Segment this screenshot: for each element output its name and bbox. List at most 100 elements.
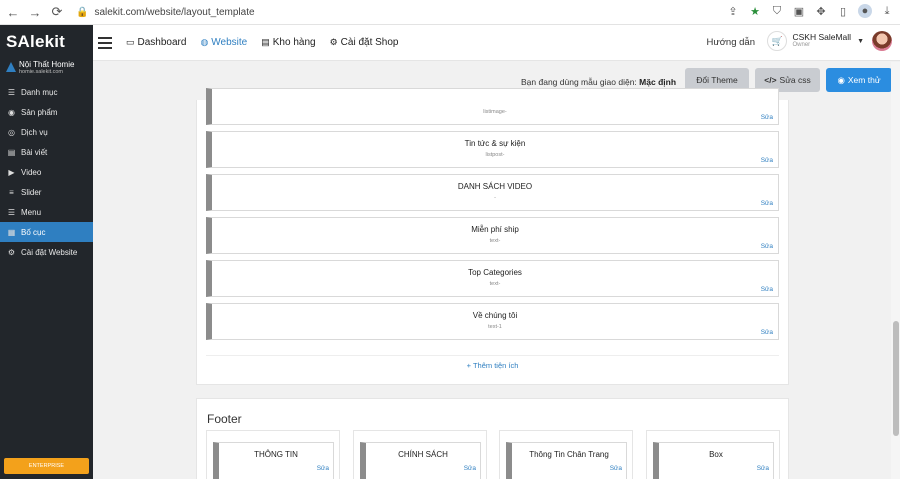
- sidebar-item-bo-cuc[interactable]: ▦ Bố cục: [0, 222, 93, 242]
- sidebar: SAlekit Nội Thất Homie homie.salekit.com…: [0, 25, 93, 479]
- sidebar-item-slider[interactable]: ≡ Slider: [0, 182, 93, 202]
- share-icon[interactable]: ⇪: [726, 4, 740, 18]
- edit-block-link[interactable]: Sửa: [761, 200, 773, 207]
- sidebar-item-cai-dat-website[interactable]: ⚙ Cài đặt Website: [0, 242, 93, 262]
- tab-cai-dat-shop[interactable]: ⚙ Cài đặt Shop: [330, 37, 399, 48]
- edit-block-link[interactable]: Sửa: [610, 465, 622, 472]
- sidebar-item-label: Dịch vụ: [21, 127, 48, 137]
- shop-logo-icon: [6, 62, 16, 72]
- download-icon[interactable]: ⤓: [880, 4, 894, 18]
- edit-block-link[interactable]: Sửa: [464, 465, 476, 472]
- layout-block[interactable]: Top Categories text- Sửa: [206, 260, 779, 297]
- guide-link[interactable]: Hướng dẫn: [706, 37, 755, 48]
- list-icon: ☰: [7, 87, 16, 97]
- salekit-logo[interactable]: SAlekit: [0, 25, 93, 58]
- block-subtitle: text-: [489, 281, 501, 287]
- scrollbar-thumb[interactable]: [893, 321, 899, 436]
- layout-panel: listimage- Sửa Tin tức & sự kiện listpos…: [196, 88, 789, 385]
- gear-icon: ⚙: [329, 37, 338, 47]
- edit-block-link[interactable]: Sửa: [761, 157, 773, 164]
- user-role: Owner: [792, 42, 811, 49]
- database-icon: ▤: [261, 37, 270, 47]
- sidebar-item-danh-muc[interactable]: ☰ Danh mục: [0, 82, 93, 102]
- back-arrow-icon[interactable]: ←: [4, 3, 22, 21]
- globe-icon: ◍: [200, 37, 209, 47]
- footer-block[interactable]: Box Sửa: [653, 442, 774, 479]
- footer-title: Footer: [207, 412, 242, 426]
- reload-icon[interactable]: ⟳: [48, 3, 66, 21]
- edit-block-link[interactable]: Sửa: [317, 465, 329, 472]
- download-extension-icon[interactable]: ▣: [792, 4, 806, 18]
- sidebar-item-label: Cài đặt Website: [21, 247, 78, 257]
- edit-block-link[interactable]: Sửa: [761, 243, 773, 250]
- layout-block[interactable]: Về chúng tôi text-1 Sửa: [206, 303, 779, 340]
- shop-name: Nội Thất Homie: [19, 60, 75, 69]
- sidebar-panel-icon[interactable]: ▯: [836, 4, 850, 18]
- block-title: Top Categories: [468, 268, 522, 277]
- shop-domain: homie.salekit.com: [19, 69, 64, 75]
- tab-website[interactable]: ◍ Website: [200, 37, 247, 48]
- avatar[interactable]: [872, 31, 892, 51]
- forward-arrow-icon[interactable]: →: [26, 3, 44, 21]
- sidebar-item-label: Video: [21, 167, 42, 177]
- puzzle-extension-icon[interactable]: ✥: [814, 4, 828, 18]
- tab-label: Kho hàng: [272, 37, 316, 48]
- footer-column: CHÍNH SÁCH Sửa: [353, 430, 487, 479]
- eye-icon: ◉: [837, 74, 845, 85]
- footer-block[interactable]: THÔNG TIN Sửa: [213, 442, 334, 479]
- footer-block[interactable]: Thông Tin Chân Trang Sửa: [506, 442, 627, 479]
- settings-icon: ⚙: [7, 247, 16, 257]
- edit-block-link[interactable]: Sửa: [757, 465, 769, 472]
- sidebar-item-bai-viet[interactable]: ▤ Bài viết: [0, 142, 93, 162]
- browser-toolbar: ← → ⟳ 🔒 salekit.com/website/layout_templ…: [0, 0, 900, 25]
- footer-column: THÔNG TIN Sửa: [206, 430, 340, 479]
- page-scrollbar[interactable]: [891, 62, 900, 479]
- sidebar-item-menu[interactable]: ☰ Menu: [0, 202, 93, 222]
- block-title: THÔNG TIN: [254, 450, 298, 459]
- tab-label: Dashboard: [137, 37, 187, 48]
- bookmark-star-icon[interactable]: ★: [748, 4, 762, 18]
- sidebar-item-label: Menu: [21, 207, 42, 217]
- layout-block[interactable]: DANH SÁCH VIDEO - Sửa: [206, 174, 779, 211]
- edit-block-link[interactable]: Sửa: [761, 329, 773, 336]
- store-cart-icon: 🛒: [767, 31, 788, 51]
- sidebar-item-dich-vu[interactable]: ◎ Dịch vụ: [0, 122, 93, 142]
- footer-block[interactable]: CHÍNH SÁCH Sửa: [360, 442, 481, 479]
- tab-label: Cài đặt Shop: [340, 37, 399, 48]
- layout-block[interactable]: Tin tức & sự kiện listpost- Sửa: [206, 131, 779, 168]
- shield-extension-icon[interactable]: ⛉: [770, 4, 784, 18]
- layout-block[interactable]: listimage- Sửa: [206, 88, 779, 125]
- menu-icon: ☰: [7, 207, 16, 217]
- edit-block-link[interactable]: Sửa: [761, 286, 773, 293]
- add-widget-button[interactable]: + Thêm tiện ích: [206, 355, 779, 375]
- tab-dashboard[interactable]: ▭ Dashboard: [126, 37, 186, 48]
- tab-kho-hang[interactable]: ▤ Kho hàng: [261, 37, 315, 48]
- block-subtitle: text-1: [488, 324, 502, 330]
- block-title: Box: [709, 450, 723, 459]
- theme-name: Mặc định: [639, 77, 677, 87]
- preview-label: Xem thử: [847, 75, 881, 85]
- plan-badge[interactable]: ENTERPRISE: [4, 458, 89, 474]
- top-navigation: ▭ Dashboard ◍ Website ▤ Kho hàng ⚙ Cài đ…: [93, 25, 900, 61]
- monitor-icon: ▭: [126, 37, 135, 47]
- user-name: CSKH SaleMall: [792, 32, 852, 43]
- sidebar-item-san-pham[interactable]: ◉ Sản phẩm: [0, 102, 93, 122]
- block-title: Miễn phí ship: [471, 225, 519, 234]
- block-title: DANH SÁCH VIDEO: [457, 182, 533, 191]
- sidebar-item-video[interactable]: ▶ Video: [0, 162, 93, 182]
- user-menu[interactable]: 🛒 CSKH SaleMall Owner ▼: [767, 31, 892, 51]
- shop-switcher[interactable]: Nội Thất Homie homie.salekit.com: [0, 58, 93, 82]
- footer-panel: Footer THÔNG TIN Sửa CHÍNH SÁCH Sửa Thôn…: [196, 398, 789, 479]
- address-bar[interactable]: 🔒 salekit.com/website/layout_template: [76, 7, 255, 18]
- footer-column: Box Sửa: [646, 430, 780, 479]
- layout-block[interactable]: Miễn phí ship text- Sửa: [206, 217, 779, 254]
- video-icon: ▶: [8, 167, 15, 177]
- hamburger-menu-icon[interactable]: [98, 36, 112, 49]
- preview-button[interactable]: ◉ Xem thử: [826, 68, 892, 92]
- layout-icon: ▦: [7, 227, 16, 237]
- block-subtitle: text-: [489, 238, 501, 244]
- lock-icon: 🔒: [76, 6, 89, 18]
- profile-avatar-icon[interactable]: ●: [858, 4, 872, 18]
- caret-down-icon[interactable]: ▼: [857, 38, 864, 45]
- edit-block-link[interactable]: Sửa: [761, 114, 773, 121]
